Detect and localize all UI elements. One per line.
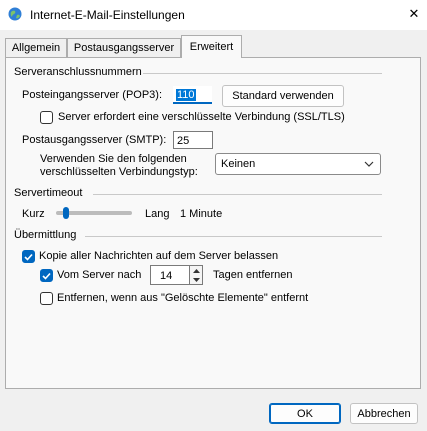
remove-after-label: Vom Server nach — [57, 269, 142, 281]
days-spinner[interactable]: 14 — [150, 265, 204, 285]
check-icon — [24, 253, 33, 261]
slider-thumb[interactable] — [63, 207, 69, 219]
timeout-short-label: Kurz — [22, 208, 45, 220]
remove-deleted-checkbox[interactable] — [40, 292, 53, 305]
tab-advanced[interactable]: Erweitert — [181, 35, 242, 58]
spinner-buttons — [189, 265, 203, 285]
remove-after-checkbox[interactable] — [40, 269, 53, 282]
default-port-label: Standard verwenden — [232, 90, 334, 102]
encryption-type-select[interactable]: Keinen — [215, 153, 381, 175]
close-button[interactable]: ✕ — [403, 3, 425, 25]
tab-outgoing-server[interactable]: Postausgangsserver — [67, 38, 181, 57]
spin-down-icon[interactable] — [193, 278, 200, 282]
tab-label: Allgemein — [11, 42, 61, 54]
outgoing-server-label: Postausgangsserver (SMTP): — [22, 134, 167, 146]
outgoing-port-input[interactable]: 25 — [173, 131, 213, 149]
chevron-down-icon — [364, 161, 374, 167]
encryption-label-line2: verschlüsselten Verbindungstyp: — [40, 166, 198, 178]
ssl-label: Server erfordert eine verschlüsselte Ver… — [58, 111, 345, 123]
group-divider — [93, 194, 382, 195]
check-icon — [42, 272, 51, 280]
spin-up-icon[interactable] — [193, 269, 200, 273]
server-ports-heading: Serveranschlussnummern — [14, 66, 142, 78]
cancel-button[interactable]: Abbrechen — [350, 403, 418, 424]
days-suffix-label: Tagen entfernen — [213, 269, 293, 281]
incoming-server-label: Posteingangsserver (POP3): — [22, 89, 163, 101]
keep-copy-label: Kopie aller Nachrichten auf dem Server b… — [39, 250, 279, 262]
incoming-port-input[interactable]: 110 — [173, 86, 212, 104]
ssl-checkbox[interactable] — [40, 111, 53, 124]
ok-button[interactable]: OK — [269, 403, 341, 424]
ok-label: OK — [297, 407, 313, 420]
timeout-value: 1 Minute — [180, 208, 223, 220]
tab-label: Postausgangsserver — [73, 42, 175, 54]
default-port-button[interactable]: Standard verwenden — [222, 85, 344, 107]
tab-label: Erweitert — [189, 41, 234, 53]
timeout-slider[interactable] — [56, 205, 132, 221]
close-icon: ✕ — [408, 6, 420, 21]
encryption-type-label: Verwenden Sie den folgenden verschlüssel… — [40, 153, 198, 179]
group-divider — [85, 236, 382, 237]
globe-icon — [8, 7, 22, 21]
tab-panel — [5, 57, 421, 389]
days-value: 14 — [160, 270, 173, 282]
keep-copy-checkbox[interactable] — [22, 250, 35, 263]
group-divider — [143, 73, 382, 74]
delivery-heading: Übermittlung — [14, 229, 77, 241]
tab-general[interactable]: Allgemein — [5, 38, 67, 57]
remove-deleted-label: Entfernen, wenn aus "Gelöschte Elemente"… — [57, 292, 309, 304]
timeout-long-label: Lang — [145, 208, 170, 220]
timeout-heading: Servertimeout — [14, 187, 83, 199]
window-title: Internet-E-Mail-Einstellungen — [30, 8, 185, 22]
encryption-type-value: Keinen — [221, 158, 256, 170]
encryption-label-line1: Verwenden Sie den folgenden — [40, 153, 187, 165]
cancel-label: Abbrechen — [357, 407, 411, 420]
days-input[interactable]: 14 — [150, 265, 190, 285]
incoming-port-value: 110 — [176, 89, 196, 101]
